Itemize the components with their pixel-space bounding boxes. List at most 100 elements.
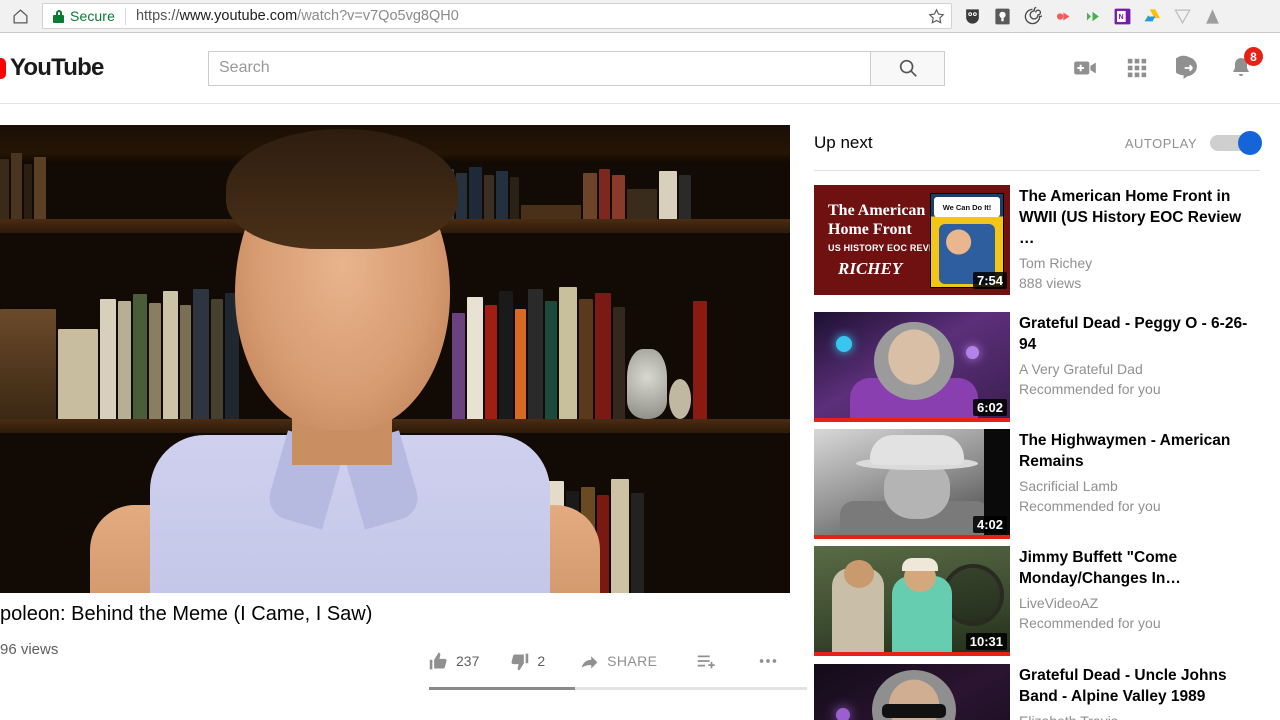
dislike-count: 2: [537, 653, 546, 669]
thumbnail-art: [814, 664, 1010, 720]
up-next-divider: [814, 170, 1260, 171]
video-frame-image: [0, 125, 790, 593]
watch-progress-bar: [814, 652, 1010, 656]
up-next-sidebar: Up next AUTOPLAY The American Home Front…: [814, 125, 1280, 720]
video-thumbnail[interactable]: [814, 664, 1010, 720]
url-path: /watch?v=v7Qo5vg8QH0: [297, 8, 459, 24]
video-duration: 6:02: [972, 399, 1007, 416]
home-icon[interactable]: [0, 0, 40, 33]
share-button[interactable]: SHARE: [579, 651, 657, 672]
google-drive-icon[interactable]: [1138, 2, 1166, 30]
share-arrow-icon: [581, 655, 598, 668]
lightbulb-note-icon[interactable]: [988, 2, 1016, 30]
notifications-bell-icon[interactable]: 8: [1228, 47, 1263, 81]
autoplay-label: AUTOPLAY: [1124, 135, 1197, 151]
video-thumbnail[interactable]: 6:02: [814, 312, 1010, 422]
messages-icon[interactable]: [1176, 55, 1202, 81]
notification-badge: 8: [1244, 47, 1263, 66]
video-info: The Highwaymen - American Remains Sacrif…: [1010, 429, 1260, 539]
video-duration: 7:54: [972, 272, 1007, 289]
watch-progress-bar: [814, 418, 1010, 422]
channel-name: A Very Grateful Dad: [1019, 361, 1143, 377]
youtube-play-icon: [0, 57, 6, 79]
video-info: The American Home Front in WWII (US Hist…: [1010, 185, 1260, 295]
video-title: Grateful Dead - Peggy O - 6-26-94: [1019, 315, 1248, 353]
svg-text:N: N: [1118, 12, 1123, 20]
video-info: Grateful Dead - Peggy O - 6-26-94 A Very…: [1010, 312, 1260, 422]
red-play-icon[interactable]: [1048, 2, 1076, 30]
list-item[interactable]: 6:02 Grateful Dead - Peggy O - 6-26-94 A…: [814, 312, 1280, 422]
thumbs-up-icon: [429, 652, 447, 669]
video-subject: [90, 129, 600, 593]
thumbnail-poster-text: We Can Do It!: [934, 197, 1000, 217]
list-item[interactable]: 10:31 Jimmy Buffett "Come Monday/Changes…: [814, 546, 1280, 656]
search-input[interactable]: [208, 50, 870, 86]
more-options-button[interactable]: [757, 650, 779, 672]
like-button[interactable]: 237: [428, 651, 479, 672]
thumbs-down-icon: [511, 653, 529, 670]
add-to-playlist-button[interactable]: [695, 650, 717, 672]
video-duration: 4:02: [972, 516, 1007, 533]
address-bar[interactable]: Secure https://www.youtube.com/watch?v=v…: [42, 3, 952, 29]
video-action-bar: 237 2 SHARE: [428, 650, 779, 672]
like-ratio-fill: [429, 687, 575, 690]
watch-progress-bar: [814, 535, 1010, 539]
list-item[interactable]: Grateful Dead - Uncle Johns Band - Alpin…: [814, 664, 1280, 720]
autoplay-toggle-knob: [1238, 131, 1262, 155]
url-scheme: https://: [135, 8, 180, 24]
channel-name: Elizabeth Travis: [1019, 711, 1260, 720]
video-title: Grateful Dead - Uncle Johns Band - Alpin…: [1019, 667, 1227, 705]
spiral-icon[interactable]: [1018, 2, 1046, 30]
up-next-header: Up next AUTOPLAY: [814, 125, 1280, 161]
owl-icon[interactable]: [958, 2, 986, 30]
search-bar: [208, 50, 945, 86]
add-to-playlist-icon: [698, 655, 716, 669]
video-thumbnail[interactable]: 10:31: [814, 546, 1010, 656]
video-duration: 10:31: [965, 633, 1007, 650]
video-meta: Recommended for you: [1019, 615, 1161, 631]
search-icon: [899, 59, 917, 77]
url-text: https://www.youtube.com/watch?v=v7Qo5vg8…: [136, 8, 459, 24]
video-meta: 888 views: [1019, 275, 1082, 291]
channel-name: Sacrificial Lamb: [1019, 478, 1118, 494]
omnibox-divider: [124, 7, 126, 25]
video-title: The Highwaymen - American Remains: [1019, 432, 1231, 470]
video-info: Grateful Dead - Uncle Johns Band - Alpin…: [1010, 664, 1260, 720]
video-thumbnail[interactable]: The American Home Front US HISTORY EOC R…: [814, 185, 1010, 295]
create-video-icon[interactable]: [1072, 55, 1098, 81]
grey-triangle-icon[interactable]: [1168, 2, 1196, 30]
dislike-button[interactable]: 2: [509, 651, 545, 672]
masthead-icons: 8: [1072, 47, 1263, 81]
star-icon[interactable]: [927, 7, 945, 25]
security-status-label: Secure: [70, 8, 115, 24]
video-info: Jimmy Buffett "Come Monday/Changes In… L…: [1010, 546, 1260, 656]
share-label: SHARE: [607, 653, 658, 669]
channel-name: Tom Richey: [1019, 255, 1093, 271]
extension-icons: N: [952, 0, 1226, 33]
channel-name: LiveVideoAZ: [1019, 595, 1099, 611]
video-thumbnail[interactable]: 4:02: [814, 429, 1010, 539]
onenote-icon[interactable]: N: [1108, 2, 1136, 30]
video-title: Jimmy Buffett "Come Monday/Changes In…: [1019, 549, 1181, 587]
autoplay-toggle[interactable]: [1210, 131, 1262, 155]
list-item[interactable]: 4:02 The Highwaymen - American Remains S…: [814, 429, 1280, 539]
thumbnail-brand-text: RICHEY: [838, 259, 903, 278]
video-meta: Recommended for you: [1019, 381, 1161, 397]
like-count: 237: [456, 653, 480, 669]
video-title: The American Home Front in WWII (US Hist…: [1019, 188, 1242, 247]
video-title: poleon: Behind the Meme (I Came, I Saw): [0, 603, 373, 625]
more-options-icon: [760, 659, 777, 663]
apps-grid-icon[interactable]: [1124, 55, 1150, 81]
url-host: www.youtube.com: [179, 8, 298, 24]
browser-toolbar: Secure https://www.youtube.com/watch?v=v…: [0, 0, 1280, 33]
autoplay-control: AUTOPLAY: [1124, 131, 1262, 155]
green-play-icon[interactable]: [1078, 2, 1106, 30]
youtube-logo[interactable]: YouTube: [0, 54, 140, 82]
list-item[interactable]: The American Home Front US HISTORY EOC R…: [814, 185, 1280, 295]
search-button[interactable]: [870, 50, 945, 86]
video-player[interactable]: [0, 125, 790, 593]
like-ratio-bar: [429, 687, 807, 690]
youtube-masthead: YouTube 8: [0, 33, 1280, 104]
adobe-reader-icon[interactable]: [1198, 2, 1226, 30]
lock-icon: [53, 9, 64, 23]
